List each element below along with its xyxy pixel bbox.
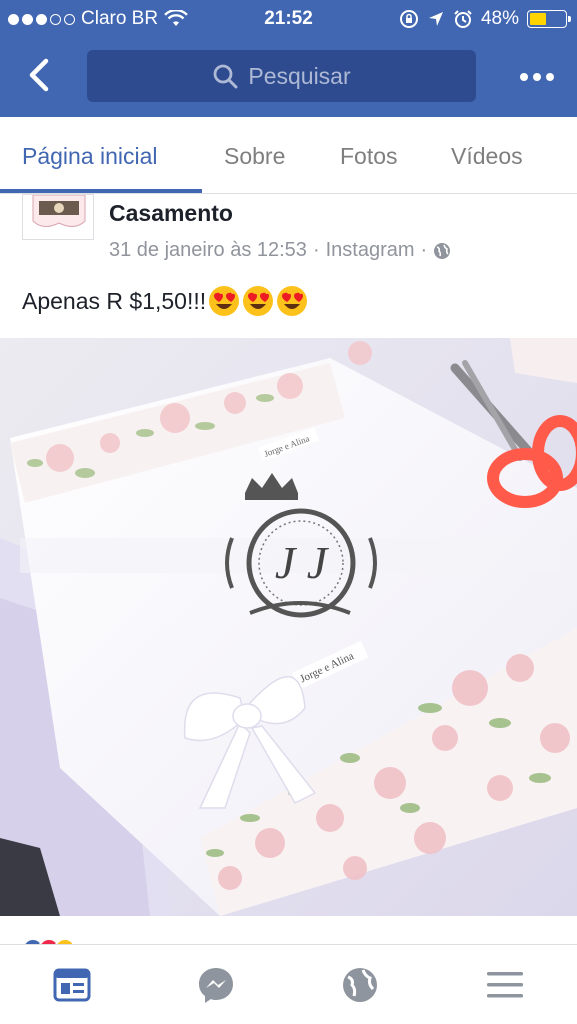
active-tab-indicator [0, 189, 202, 193]
globe-icon [434, 242, 451, 259]
page-name[interactable]: Casamento [109, 200, 233, 227]
bottom-tab-bar [0, 944, 577, 1024]
status-bar: Claro BR 21:52 48% [0, 0, 577, 38]
battery-percent: 48% [480, 8, 519, 29]
news-feed-icon [53, 968, 91, 1002]
page-tabs: Página inicial Sobre Fotos Vídeos [0, 117, 577, 194]
battery-icon [527, 10, 571, 28]
post-source[interactable]: Instagram [326, 239, 415, 262]
post-photo[interactable]: J J Jorge e Alina Jorge e Alina [0, 338, 577, 916]
messenger-tab[interactable] [196, 965, 236, 1005]
messenger-icon [199, 968, 233, 1003]
notifications-tab[interactable] [340, 965, 380, 1005]
rotation-lock-icon [399, 10, 418, 28]
back-button[interactable] [20, 55, 60, 95]
status-right: 48% [399, 8, 571, 30]
globe-icon [343, 968, 377, 1002]
heart-eyes-emoji [243, 286, 274, 316]
page-avatar[interactable] [22, 194, 94, 240]
meta-separator: · [312, 239, 320, 261]
tab-pagina-inicial[interactable]: Página inicial [22, 143, 158, 170]
alarm-icon [454, 10, 472, 28]
ellipsis-icon [520, 73, 528, 81]
tab-sobre[interactable]: Sobre [224, 143, 285, 170]
search-icon [213, 64, 238, 89]
search-placeholder: Pesquisar [248, 62, 351, 89]
post-date[interactable]: 31 de janeiro às 12:53 [109, 239, 307, 262]
chevron-left-icon [29, 58, 49, 92]
post-meta: 31 de janeiro às 12:53 · Instagram · [109, 239, 451, 262]
tab-fotos[interactable]: Fotos [340, 143, 398, 170]
tab-videos[interactable]: Vídeos [451, 143, 523, 170]
heart-eyes-emoji [209, 286, 240, 316]
search-bar[interactable]: Pesquisar [87, 50, 476, 102]
post-text: Apenas R $1,50!!! [22, 285, 308, 317]
menu-icon [487, 972, 523, 998]
top-bar: Claro BR 21:52 48% Pesquisar [0, 0, 577, 117]
monogram-text: J J [275, 537, 330, 588]
heart-eyes-emoji [277, 286, 308, 316]
post-caption: Apenas R $1,50!!! [22, 287, 207, 314]
menu-tab[interactable] [485, 965, 525, 1005]
meta-separator-2: · [420, 239, 428, 261]
navigation-bar: Pesquisar [0, 38, 577, 117]
location-icon [428, 12, 443, 26]
more-options-button[interactable] [517, 62, 557, 92]
news-feed-tab[interactable] [52, 965, 92, 1005]
